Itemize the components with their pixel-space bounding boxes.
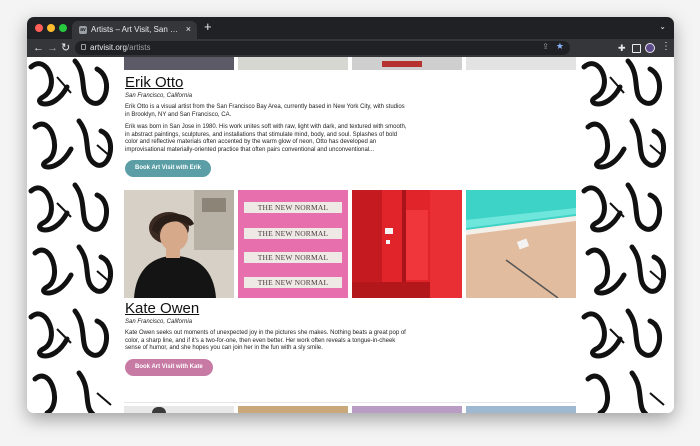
pattern-graphic-left	[28, 58, 114, 413]
erik-photo-3-red-shape	[382, 61, 422, 67]
new-normal-text-3: THE NEW NORMAL	[244, 252, 342, 263]
share-icon[interactable]: ⇪	[542, 42, 549, 51]
next-photo-1-figure	[152, 407, 166, 413]
kate-portrait-photo[interactable]	[124, 190, 234, 298]
browser-window: av Artists – Art Visit, San Francisco × …	[27, 17, 674, 413]
tab-search-icon[interactable]: ⌄	[659, 22, 666, 31]
erik-photo-strip	[124, 57, 576, 70]
url-text[interactable]: artvisit.org/artists	[90, 43, 150, 52]
new-normal-text-2: THE NEW NORMAL	[244, 228, 342, 239]
tab-close-icon[interactable]: ×	[186, 24, 191, 34]
profile-avatar[interactable]	[645, 43, 655, 53]
address-bar[interactable]: artvisit.org/artists ⇪ ★	[75, 41, 570, 55]
erik-photo-3[interactable]	[352, 57, 462, 70]
erik-photo-2[interactable]	[238, 57, 348, 70]
tab-strip: av Artists – Art Visit, San Francisco × …	[27, 17, 674, 39]
erik-photo-4[interactable]	[466, 57, 576, 70]
artist-location: San Francisco, California	[125, 319, 193, 325]
artist-divider	[124, 402, 576, 403]
reload-icon[interactable]: ↻	[61, 41, 70, 55]
url-path: /artists	[126, 43, 151, 52]
next-photo-1[interactable]	[124, 406, 234, 413]
artist-name-link[interactable]: Kate Owen	[125, 300, 410, 317]
artist-card-erik: Erik Otto San Francisco, California Erik…	[125, 74, 410, 177]
artist-bio-body: Erik was born in San Jose in 1980. His w…	[125, 124, 407, 153]
browser-menu-icon[interactable]: ⋮	[661, 41, 671, 52]
desktop: av Artists – Art Visit, San Francisco × …	[0, 0, 700, 446]
artist-name-link[interactable]: Erik Otto	[125, 74, 410, 91]
artist-location: San Francisco, California	[125, 93, 193, 99]
pattern-graphic-right	[581, 58, 667, 413]
new-tab-button[interactable]: +	[204, 20, 212, 34]
pool-graphic	[466, 190, 576, 298]
url-host: artvisit.org	[90, 43, 127, 52]
erik-photo-1[interactable]	[124, 57, 234, 70]
red-room-photo[interactable]	[352, 190, 462, 298]
favicon-icon: av	[79, 26, 87, 34]
extensions-puzzle-icon[interactable]: ✚	[618, 42, 626, 54]
side-panel-icon[interactable]	[632, 44, 641, 53]
art-pattern-left	[27, 57, 121, 413]
lock-icon[interactable]	[81, 44, 86, 50]
artist-list: Erik Otto San Francisco, California Erik…	[121, 57, 580, 413]
next-artist-photo-row	[124, 406, 576, 413]
minimize-window-button[interactable]	[47, 24, 55, 32]
red-room-graphic	[352, 190, 462, 298]
artist-bio-intro: Erik Otto is a visual artist from the Sa…	[125, 104, 405, 118]
art-pattern-right	[580, 57, 674, 413]
next-photo-3[interactable]	[352, 406, 462, 413]
pool-photo[interactable]	[466, 190, 576, 298]
forward-arrow-icon[interactable]: →	[47, 41, 58, 55]
back-arrow-icon[interactable]: ←	[33, 41, 44, 55]
book-art-visit-button[interactable]: Book Art Visit with Kate	[125, 358, 213, 376]
web-page: Erik Otto San Francisco, California Erik…	[27, 57, 674, 413]
next-photo-2[interactable]	[238, 406, 348, 413]
maximize-window-button[interactable]	[59, 24, 67, 32]
new-normal-text-4: THE NEW NORMAL	[244, 277, 342, 288]
artist-bio-intro: Kate Owen seeks out moments of unexpecte…	[125, 330, 406, 351]
browser-toolbar: ← → ↻ artvisit.org/artists ⇪ ★ ✚ ⋮	[27, 39, 674, 57]
browser-tab[interactable]: av Artists – Art Visit, San Francisco ×	[72, 21, 197, 39]
artist-card-kate: Kate Owen San Francisco, California Kate…	[125, 300, 410, 376]
book-art-visit-button[interactable]: Book Art Visit with Erik	[125, 160, 212, 177]
close-window-button[interactable]	[35, 24, 43, 32]
tab-title: Artists – Art Visit, San Francisco	[91, 25, 179, 34]
bookmark-star-icon[interactable]: ★	[556, 41, 564, 52]
kate-portrait-graphic	[124, 190, 234, 298]
kate-photo-row: THE NEW NORMAL THE NEW NORMAL THE NEW NO…	[124, 190, 576, 298]
new-normal-text-1: THE NEW NORMAL	[244, 202, 342, 213]
new-normal-photo[interactable]: THE NEW NORMAL THE NEW NORMAL THE NEW NO…	[238, 190, 348, 298]
next-photo-4[interactable]	[466, 406, 576, 413]
